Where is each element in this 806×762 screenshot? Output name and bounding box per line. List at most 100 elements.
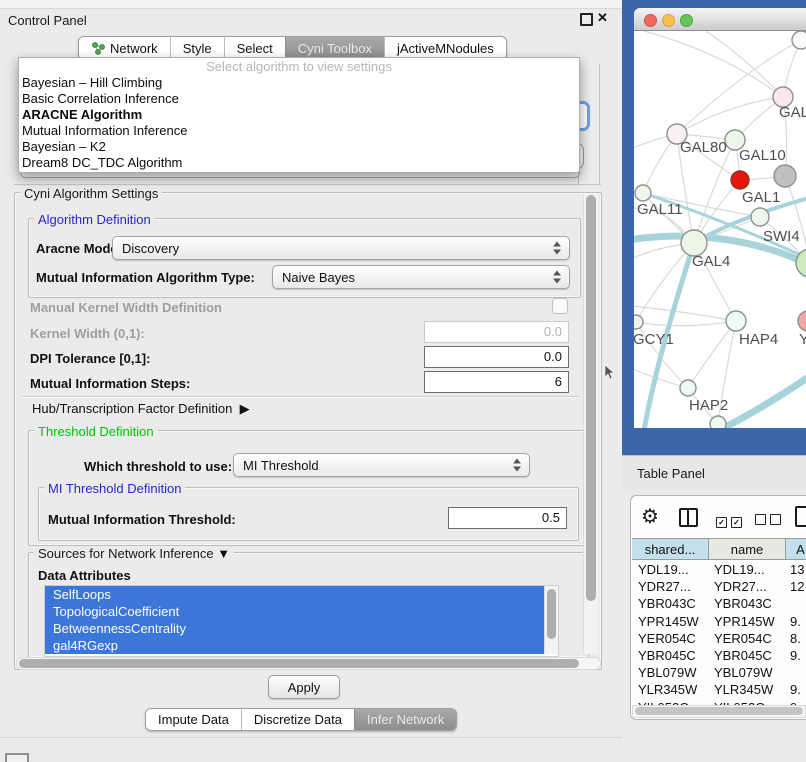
attribute-item-gal4rgexp[interactable]: gal4RGexp <box>45 637 544 654</box>
table-row[interactable]: YDR27...YDR27...12 <box>632 578 806 595</box>
panel-bottom-divider <box>0 737 622 738</box>
table-cell: YBR045C <box>638 647 696 664</box>
data-attributes-list: SelfLoopsTopologicalCoefficientBetweenne… <box>44 585 559 657</box>
table-cell: YDR27... <box>714 578 767 595</box>
table-row[interactable]: YBR043CYBR043C <box>632 595 806 612</box>
float-panel-icon[interactable] <box>580 13 593 26</box>
tab-style[interactable]: Style <box>170 37 224 59</box>
table-cell: YDR27... <box>638 578 691 595</box>
tab-label: Impute Data <box>158 712 229 727</box>
tab-label: Style <box>183 41 212 56</box>
tab-jactivemnodules[interactable]: jActiveMNodules <box>384 37 506 59</box>
table-cell: YDL19... <box>714 561 765 578</box>
network-node-hap4[interactable] <box>726 311 746 331</box>
gear-icon[interactable]: ⚙ <box>641 504 659 529</box>
network-icon <box>91 41 105 55</box>
table-row[interactable]: YER054CYER054C8. <box>632 630 806 647</box>
tab-infer-network[interactable]: Infer Network <box>354 709 456 730</box>
tab-impute-data[interactable]: Impute Data <box>146 709 241 730</box>
table-row[interactable]: YDL19...YDL19...13 <box>632 561 806 578</box>
column-header-shared[interactable]: shared... <box>632 538 709 560</box>
table-horizontal-scrollbar[interactable] <box>632 705 806 718</box>
tab-select[interactable]: Select <box>224 37 285 59</box>
node-label-swi4: SWI4 <box>763 228 800 245</box>
window-top-strip <box>0 0 622 9</box>
table-cell: YDL19... <box>638 561 689 578</box>
tab-discretize-data[interactable]: Discretize Data <box>241 709 354 730</box>
table-row[interactable]: YBR045CYBR045C9. <box>632 647 806 664</box>
tab-label: Infer Network <box>367 712 444 727</box>
kernel-width-field[interactable]: 0.0 <box>424 321 569 343</box>
settings-vertical-scrollbar[interactable] <box>583 194 598 654</box>
apply-button[interactable]: Apply <box>268 675 340 699</box>
new-table-icon[interactable] <box>795 506 806 527</box>
network-node-hap2[interactable] <box>680 380 696 396</box>
node-label-hap4: HAP4 <box>739 331 778 348</box>
table-cell: YLR345W <box>638 681 697 698</box>
column-header-a[interactable]: A <box>786 538 806 560</box>
network-node-gal11[interactable] <box>635 185 651 201</box>
network-window-titlebar[interactable] <box>634 8 806 31</box>
table-cell: 9. <box>790 647 801 664</box>
algorithm-option-aracne-algorithm[interactable]: ARACNE Algorithm <box>19 107 579 123</box>
network-node[interactable] <box>710 416 726 428</box>
algorithm-prompt: Select algorithm to view settings <box>19 58 579 75</box>
algorithm-option-bayesian-k2[interactable]: Bayesian – K2 <box>19 139 579 155</box>
manual-kernel-checkbox[interactable] <box>552 298 568 314</box>
network-view[interactable]: GALGAL80GAL10GAL1GAL11SWI4GAL4GCY1HAP4YH… <box>634 31 806 428</box>
mi-steps-field[interactable]: 6 <box>424 371 569 393</box>
algorithm-option-mutual-information-inference[interactable]: Mutual Information Inference <box>19 123 579 139</box>
which-threshold-value: MI Threshold <box>243 458 319 473</box>
algorithm-option-dream8-dc-tdc-algorithm[interactable]: Dream8 DC_TDC Algorithm <box>19 155 579 171</box>
deselect-all-columns-icon[interactable] <box>755 512 785 530</box>
algorithm-option-basic-correlation-inference[interactable]: Basic Correlation Inference <box>19 91 579 107</box>
close-window-icon[interactable] <box>644 14 657 27</box>
table-panel-titlebar[interactable]: Table Panel <box>622 455 806 491</box>
sources-title[interactable]: Sources for Network Inference ▼ <box>34 546 234 561</box>
table-body: YDL19...YDL19...13YDR27...YDR27...12YBR0… <box>632 561 806 705</box>
table-row[interactable]: YPR145WYPR145W9. <box>632 613 806 630</box>
attributes-scrollbar[interactable] <box>544 586 558 654</box>
node-label-gal1: GAL1 <box>742 189 780 206</box>
network-node-gcy1[interactable] <box>634 315 643 329</box>
network-node-y[interactable] <box>798 311 806 331</box>
network-node-swi4[interactable] <box>751 208 769 226</box>
table-cell: 9. <box>790 613 801 630</box>
which-threshold-select[interactable]: MI Threshold <box>233 453 530 477</box>
network-node[interactable] <box>792 31 806 49</box>
aracne-mode-value: Discovery <box>122 241 179 256</box>
data-attributes-label: Data Attributes <box>38 568 131 583</box>
column-header-name[interactable]: name <box>709 538 786 560</box>
mi-type-select[interactable]: Naive Bayes <box>272 265 570 289</box>
dpi-tolerance-label: DPI Tolerance [0,1]: <box>30 351 150 366</box>
attribute-item-topologicalcoefficient[interactable]: TopologicalCoefficient <box>45 603 544 620</box>
algorithm-option-bayesian-hill-climbing[interactable]: Bayesian – Hill Climbing <box>19 75 579 91</box>
close-panel-icon[interactable]: ✕ <box>597 10 608 26</box>
corner-grip[interactable] <box>5 753 29 762</box>
table-cell: 8. <box>790 630 801 647</box>
attribute-item-selfloops[interactable]: SelfLoops <box>45 586 544 603</box>
network-node[interactable] <box>774 165 796 187</box>
mi-steps-label: Mutual Information Steps: <box>30 376 190 391</box>
select-all-columns-icon[interactable]: ✓✓ <box>716 512 746 530</box>
attribute-item-betweennesscentrality[interactable]: BetweennessCentrality <box>45 620 544 637</box>
minimize-window-icon[interactable] <box>662 14 675 27</box>
table-row[interactable]: YBL079WYBL079W <box>632 664 806 681</box>
table-cell: YER054C <box>714 630 772 647</box>
algorithm-definition-title: Algorithm Definition <box>34 212 155 227</box>
mouse-cursor <box>604 365 616 381</box>
settings-horizontal-scrollbar[interactable] <box>16 657 601 670</box>
split-columns-icon[interactable] <box>679 508 698 527</box>
hub-definition-toggle[interactable]: Hub/Transcription Factor Definition ▶ <box>32 401 250 417</box>
table-row[interactable]: YLR345WYLR345W9. <box>632 681 806 698</box>
table-cell: 9. <box>790 681 801 698</box>
tab-network[interactable]: Network <box>79 37 170 59</box>
node-label-gcy1: GCY1 <box>634 331 674 348</box>
dpi-tolerance-field[interactable]: 0.0 <box>424 346 569 368</box>
network-node-gal1[interactable] <box>731 171 749 189</box>
node-label-y: Y <box>799 331 806 348</box>
mi-threshold-field[interactable]: 0.5 <box>448 507 567 529</box>
aracne-mode-select[interactable]: Discovery <box>112 236 570 260</box>
tab-cyni-toolbox[interactable]: Cyni Toolbox <box>285 37 384 59</box>
zoom-window-icon[interactable] <box>680 14 693 27</box>
